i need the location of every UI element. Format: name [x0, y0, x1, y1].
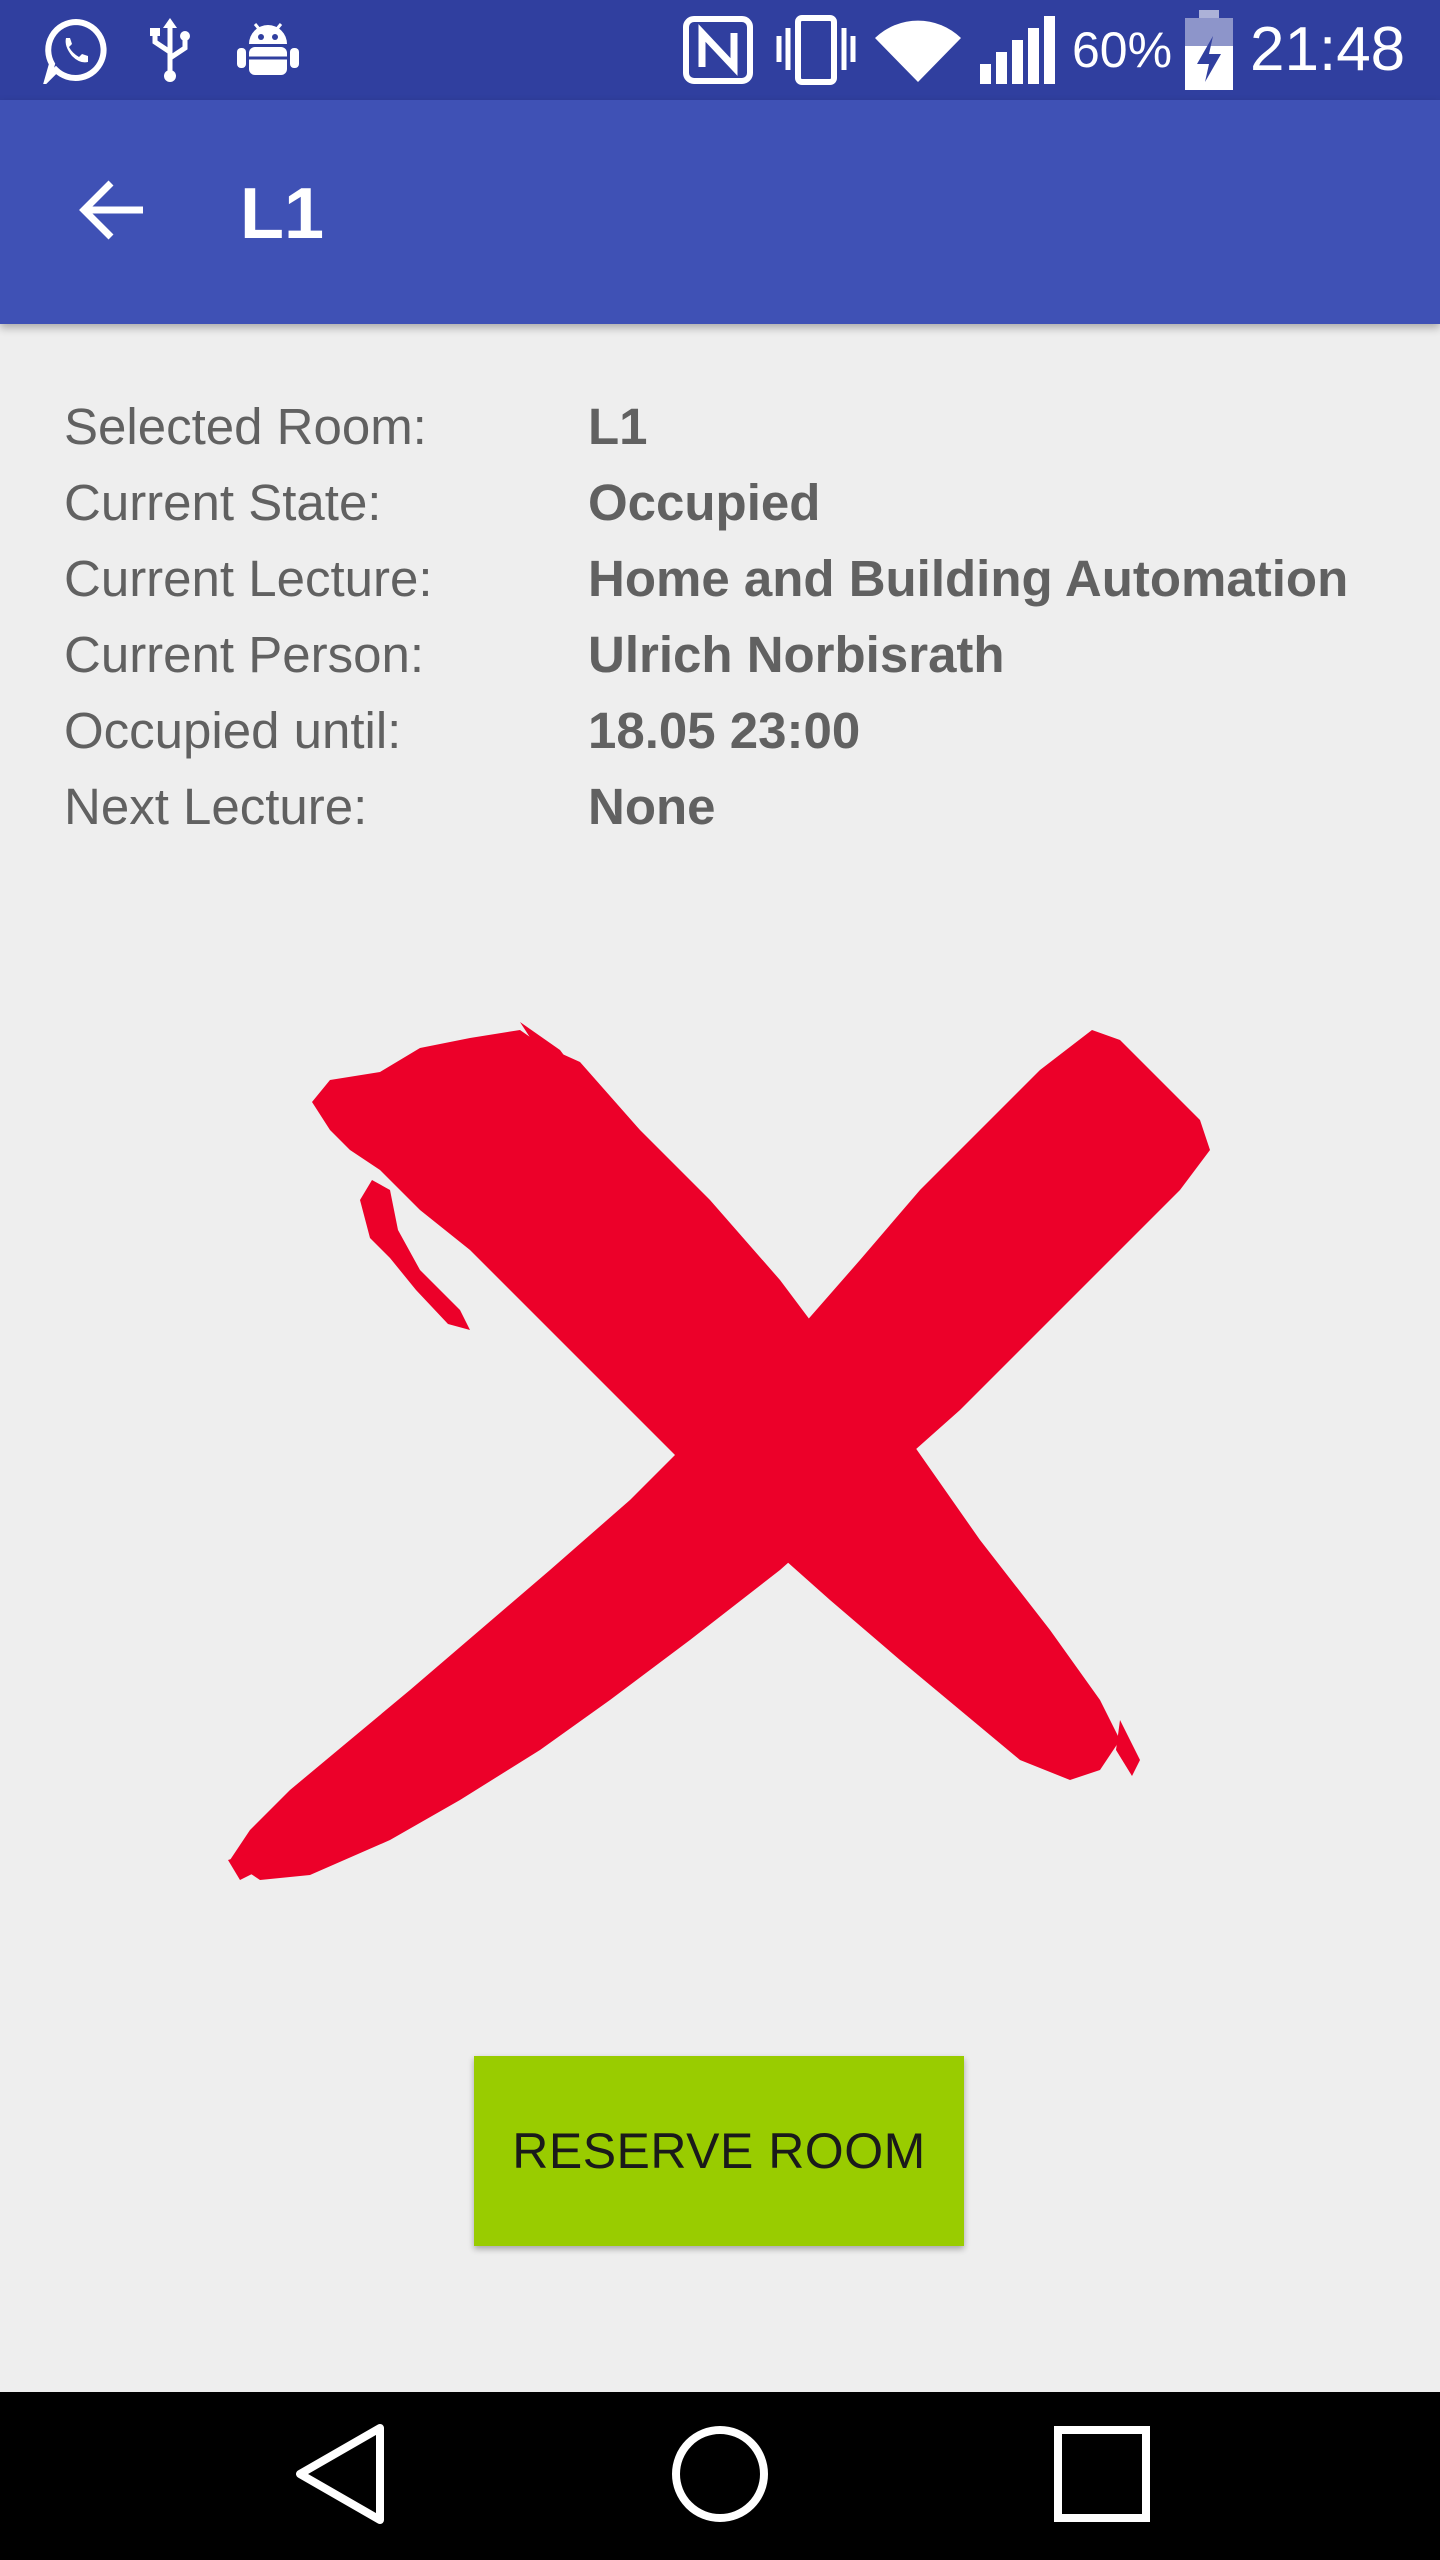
back-triangle-icon — [292, 2422, 388, 2531]
recents-square-icon — [1052, 2424, 1152, 2529]
wifi-icon — [872, 16, 964, 84]
nfc-icon — [678, 16, 758, 84]
info-label: Current Lecture: — [64, 549, 433, 607]
info-row-occupied-until: Occupied until: 18.05 23:00 — [64, 692, 1404, 768]
usb-icon — [142, 16, 198, 84]
info-label: Current Person: — [64, 625, 424, 683]
status-bar: 60% 21:48 — [0, 0, 1440, 100]
room-info: Selected Room: L1 Current State: Occupie… — [64, 388, 1404, 844]
reserve-room-button[interactable]: RESERVE ROOM — [474, 2056, 964, 2246]
app-bar: L1 — [0, 100, 1440, 324]
page-title: L1 — [240, 174, 325, 254]
nav-recents-button[interactable] — [1032, 2416, 1172, 2536]
info-row-selected-room: Selected Room: L1 — [64, 388, 1404, 464]
battery-charging-icon — [1180, 10, 1238, 90]
back-button[interactable] — [56, 152, 168, 272]
signal-icon — [976, 16, 1060, 84]
nav-back-button[interactable] — [270, 2416, 410, 2536]
red-x-mark-icon — [220, 980, 1220, 1920]
info-value: 18.05 23:00 — [588, 701, 861, 759]
nav-home-button[interactable] — [650, 2416, 790, 2536]
android-debug-icon — [232, 16, 304, 84]
info-row-next-lecture: Next Lecture: None — [64, 768, 1404, 844]
info-value: Home and Building Automation — [588, 549, 1349, 607]
info-label: Current State: — [64, 473, 382, 531]
info-row-current-state: Current State: Occupied — [64, 464, 1404, 540]
info-value: Occupied — [588, 473, 821, 531]
arrow-back-icon — [77, 175, 147, 250]
battery-percent: 60% — [1072, 22, 1173, 78]
info-row-current-person: Current Person: Ulrich Norbisrath — [64, 616, 1404, 692]
navigation-bar — [0, 2392, 1440, 2560]
info-value: L1 — [588, 397, 648, 455]
status-time: 21:48 — [1250, 15, 1406, 84]
info-label: Next Lecture: — [64, 777, 368, 835]
info-value: Ulrich Norbisrath — [588, 625, 1005, 683]
info-label: Occupied until: — [64, 701, 402, 759]
vibrate-icon — [776, 15, 856, 85]
whatsapp-icon — [40, 16, 112, 84]
info-value: None — [588, 777, 716, 835]
info-row-current-lecture: Current Lecture: Home and Building Autom… — [64, 540, 1404, 616]
home-circle-icon — [670, 2424, 770, 2529]
info-label: Selected Room: — [64, 397, 427, 455]
